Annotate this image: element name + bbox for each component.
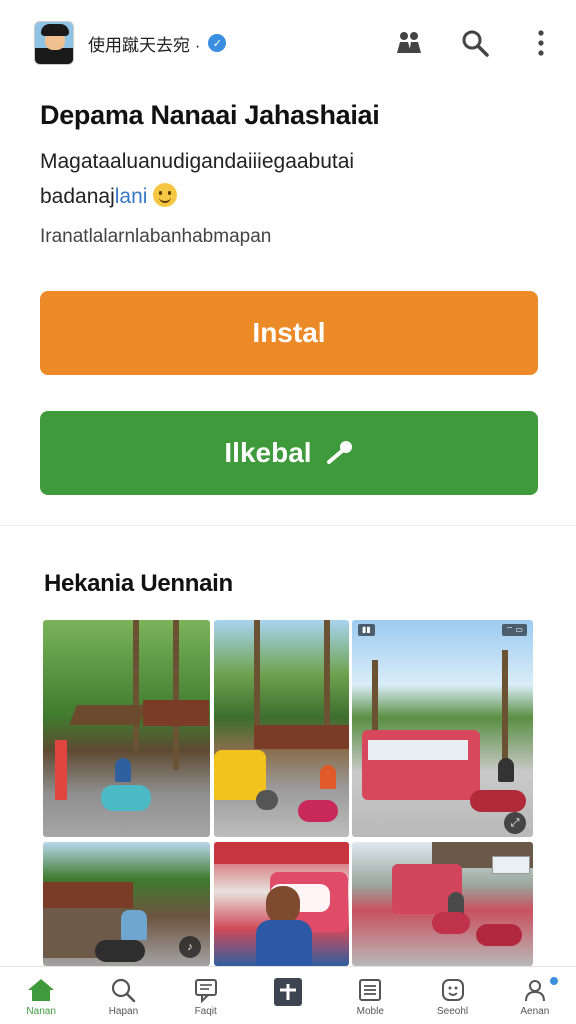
- home-icon: [28, 979, 55, 1001]
- account-name[interactable]: 使用蹴天去宛 ·: [88, 31, 200, 56]
- smile-emoji-icon: [153, 183, 178, 207]
- gallery-title: Hekania Uennain: [44, 570, 233, 597]
- description-line-2: badanajlani: [40, 179, 540, 214]
- description-line-2-prefix: badanaj: [40, 185, 115, 208]
- gallery-image[interactable]: [352, 842, 533, 966]
- app-title: Depama Nanaai Jahashaiai: [40, 100, 380, 130]
- gallery-image[interactable]: [43, 620, 210, 837]
- nav-item-list[interactable]: Moble: [335, 977, 405, 1017]
- expand-icon[interactable]: ⤢: [504, 812, 526, 834]
- nav-label: Moble: [356, 1006, 384, 1017]
- nav-label: Hapan: [108, 1006, 139, 1017]
- nav-item-home[interactable]: Nanan: [6, 977, 76, 1017]
- app-description: Magataaluanudigandaiiiegaabutai badanajl…: [40, 144, 540, 214]
- share-button[interactable]: Ilkebal: [40, 411, 538, 495]
- nav-item-chat[interactable]: Faqit: [171, 977, 241, 1017]
- search-icon[interactable]: [460, 28, 490, 58]
- nav-label: Nanan: [26, 1006, 56, 1017]
- gallery-image[interactable]: ♪: [43, 842, 210, 966]
- nav-item-profile[interactable]: Aenan: [500, 975, 570, 1017]
- add-icon: [273, 978, 302, 1006]
- description-line-1: Magataaluanudigandaiiiegaabutai: [40, 150, 355, 173]
- status-wifi-icon: ⌔ ▭: [501, 624, 527, 636]
- install-button-label: Instal: [252, 317, 326, 348]
- nav-item-add[interactable]: [253, 977, 323, 1007]
- list-icon: [359, 979, 382, 1001]
- avatar[interactable]: [34, 21, 74, 65]
- app-meta: Iranatlalarnlabanhabmapan: [40, 226, 272, 247]
- status-time-icon: ▮▮: [358, 624, 375, 636]
- install-button[interactable]: Instal: [40, 291, 538, 375]
- profile-icon: [524, 980, 545, 1002]
- play-icon[interactable]: ♪: [179, 936, 201, 958]
- description-highlight[interactable]: lani: [115, 185, 148, 208]
- divider: [0, 525, 576, 526]
- nav-label: Faqit: [194, 1006, 217, 1017]
- gallery-image[interactable]: ▮▮ ⌔ ▭ ⤢: [352, 620, 533, 837]
- check-badge-icon: ✓: [208, 34, 227, 52]
- nav-label: Aenan: [520, 1006, 550, 1017]
- nav-label: Seeohl: [436, 1006, 469, 1017]
- microphone-icon: [326, 441, 352, 464]
- people-icon[interactable]: [394, 28, 424, 58]
- gallery-image[interactable]: [214, 842, 349, 966]
- nav-item-search[interactable]: Hapan: [88, 977, 158, 1017]
- search-icon: [112, 978, 136, 1003]
- face-icon: [441, 979, 464, 1001]
- gallery-image[interactable]: [214, 620, 349, 837]
- chat-icon: [194, 979, 217, 1003]
- app-header: 使用蹴天去宛 · ✓: [0, 0, 576, 86]
- notification-dot: [547, 975, 560, 987]
- nav-item-face[interactable]: Seeohl: [418, 977, 488, 1017]
- share-button-label: Ilkebal: [224, 437, 312, 468]
- bottom-navigation: Nanan Hapan Faqit Moble Seeohl Aenan: [0, 966, 576, 1024]
- more-vertical-icon[interactable]: [526, 28, 556, 58]
